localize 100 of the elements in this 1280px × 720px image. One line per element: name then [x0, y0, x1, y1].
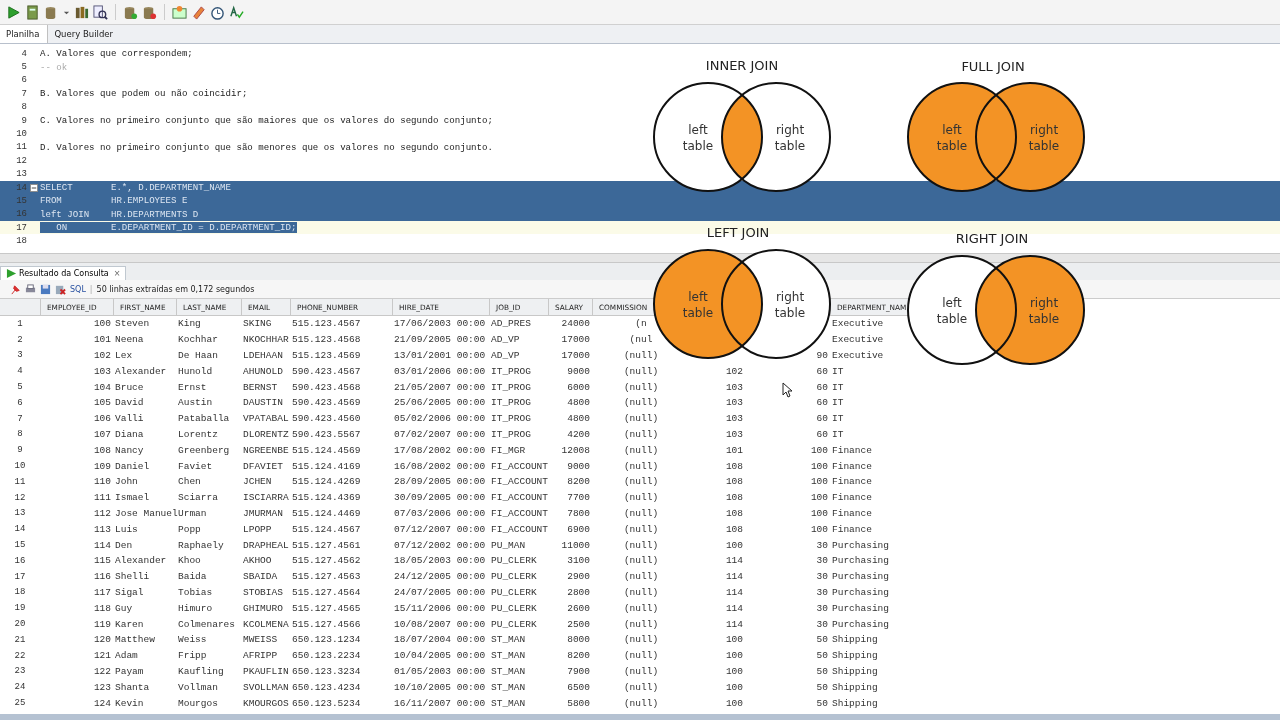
table-cell: 515.127.4562 [292, 555, 361, 567]
table-cell: Urman [178, 507, 207, 519]
row-number: 13 [13, 508, 27, 519]
calendar-icon[interactable] [172, 4, 187, 20]
table-cell: 01/05/2003 00:00 [394, 665, 486, 677]
circle-label: left table [936, 296, 968, 326]
table-cell: PU_CLERK [491, 618, 537, 630]
table-cell: (null) [623, 444, 659, 456]
eraser-icon[interactable] [191, 4, 206, 20]
table-cell: 50 [816, 697, 828, 709]
table-cell: 9000 [567, 365, 590, 377]
database-icon[interactable] [142, 4, 157, 20]
table-cell: 515.124.4469 [292, 507, 361, 519]
row-number: 9 [16, 445, 24, 456]
row-number: 3 [16, 350, 24, 361]
table-cell: 114 [93, 539, 111, 551]
delete-icon[interactable] [55, 283, 66, 295]
sql-link[interactable]: SQL [70, 284, 86, 294]
diagram-title: INNER JOIN [705, 58, 779, 73]
table-cell: 103 [725, 397, 743, 409]
table-cell: 30/09/2005 00:00 [394, 492, 486, 504]
clock-icon[interactable] [210, 4, 225, 20]
table-cell: SKING [243, 318, 272, 330]
table-cell: Luis [115, 523, 138, 535]
table-cell: (null) [623, 460, 659, 472]
table-cell: 101 [725, 444, 743, 456]
table-cell: (null) [623, 571, 659, 583]
table-cell: Finance [832, 492, 872, 504]
table-cell: 30 [816, 555, 828, 567]
table-cell: 515.124.4369 [292, 492, 361, 504]
circle-label: right table [774, 290, 806, 320]
table-cell: 5800 [567, 697, 590, 709]
editor-tab[interactable]: Query Builder [48, 25, 121, 43]
table-cell: Purchasing [832, 555, 889, 567]
table-cell: 101 [93, 334, 111, 346]
table-cell: 515.124.4569 [292, 444, 361, 456]
code-line: C. Valores no primeiro conjunto que são maiores que os valores do segundo conjunto; [40, 115, 493, 127]
table-cell: (null) [623, 350, 659, 361]
table-cell: Lex [115, 350, 133, 361]
table-cell: Finance [832, 507, 872, 519]
table-cell: Purchasing [832, 602, 889, 614]
table-cell: Den [115, 539, 133, 551]
close-button[interactable]: × [113, 269, 121, 278]
line-number: 7 [20, 88, 27, 99]
table-cell: IT_PROG [491, 365, 531, 377]
table-cell: 4800 [567, 413, 590, 425]
row-number: 17 [13, 571, 27, 582]
table-cell: DRAPHEAL [243, 539, 289, 551]
pin-icon[interactable] [10, 283, 21, 295]
table-cell: Chen [178, 476, 201, 488]
table-cell: 118 [93, 602, 111, 614]
table-cell: (null) [623, 397, 659, 409]
table-cell: 60 [816, 413, 828, 425]
table-cell: LPOPP [243, 523, 272, 535]
table-cell: AFRIPP [243, 650, 278, 662]
table-cell: Jose Manuel [115, 507, 178, 519]
result-tab[interactable]: Resultado da Consulta × [0, 266, 127, 280]
table-cell: JMURMAN [243, 507, 283, 519]
document-icon[interactable] [25, 4, 40, 20]
table-cell: Fripp [178, 650, 207, 662]
run-icon[interactable] [6, 4, 21, 20]
table-cell: 30 [816, 618, 828, 630]
result-tab-label[interactable]: Resultado da Consulta [19, 269, 109, 278]
save-icon[interactable] [40, 283, 51, 295]
line-number: 15 [15, 196, 27, 206]
table-cell: GHIMURO [243, 602, 283, 614]
table-cell: 102 [93, 350, 111, 361]
table-cell: IT [832, 397, 844, 409]
table-cell: Shipping [832, 665, 878, 677]
table-cell: Alexander [115, 555, 167, 567]
table-cell: 104 [93, 381, 111, 393]
database-icon[interactable] [123, 4, 138, 20]
table-cell: KCOLMENA [243, 618, 289, 630]
table-cell: 30 [816, 539, 828, 551]
table-cell: ST_MAN [491, 650, 526, 662]
line-number: 8 [20, 102, 27, 113]
printer-icon[interactable] [25, 283, 36, 295]
table-cell: Shipping [832, 681, 878, 693]
collapse-icon[interactable] [29, 183, 38, 192]
spellcheck-icon[interactable] [229, 4, 244, 20]
line-number: 11 [15, 142, 27, 153]
table-cell: 16/11/2007 00:00 [394, 697, 486, 709]
table-cell: 17000 [561, 350, 590, 361]
books-icon[interactable] [74, 4, 89, 20]
table-cell: 10/04/2005 00:00 [394, 650, 486, 662]
table-cell: 90 [816, 350, 828, 361]
table-cell: 17/08/2002 00:00 [394, 444, 486, 456]
table-cell: Hunold [178, 365, 213, 377]
table-cell: 50 [816, 650, 828, 662]
table-cell: (nul [629, 334, 653, 346]
table-cell: DLORENTZ [243, 428, 289, 440]
table-cell: Ismael [115, 492, 150, 504]
search-icon[interactable] [93, 4, 108, 20]
table-cell: Karen [115, 618, 144, 630]
table-cell: Raphaely [178, 539, 224, 551]
table-cell: SBAIDA [243, 571, 278, 583]
row-number: 6 [16, 397, 24, 408]
table-cell: 03/01/2006 00:00 [394, 365, 486, 377]
table-cell: Pataballa [178, 413, 230, 425]
editor-tab[interactable]: Planilha [0, 25, 49, 43]
